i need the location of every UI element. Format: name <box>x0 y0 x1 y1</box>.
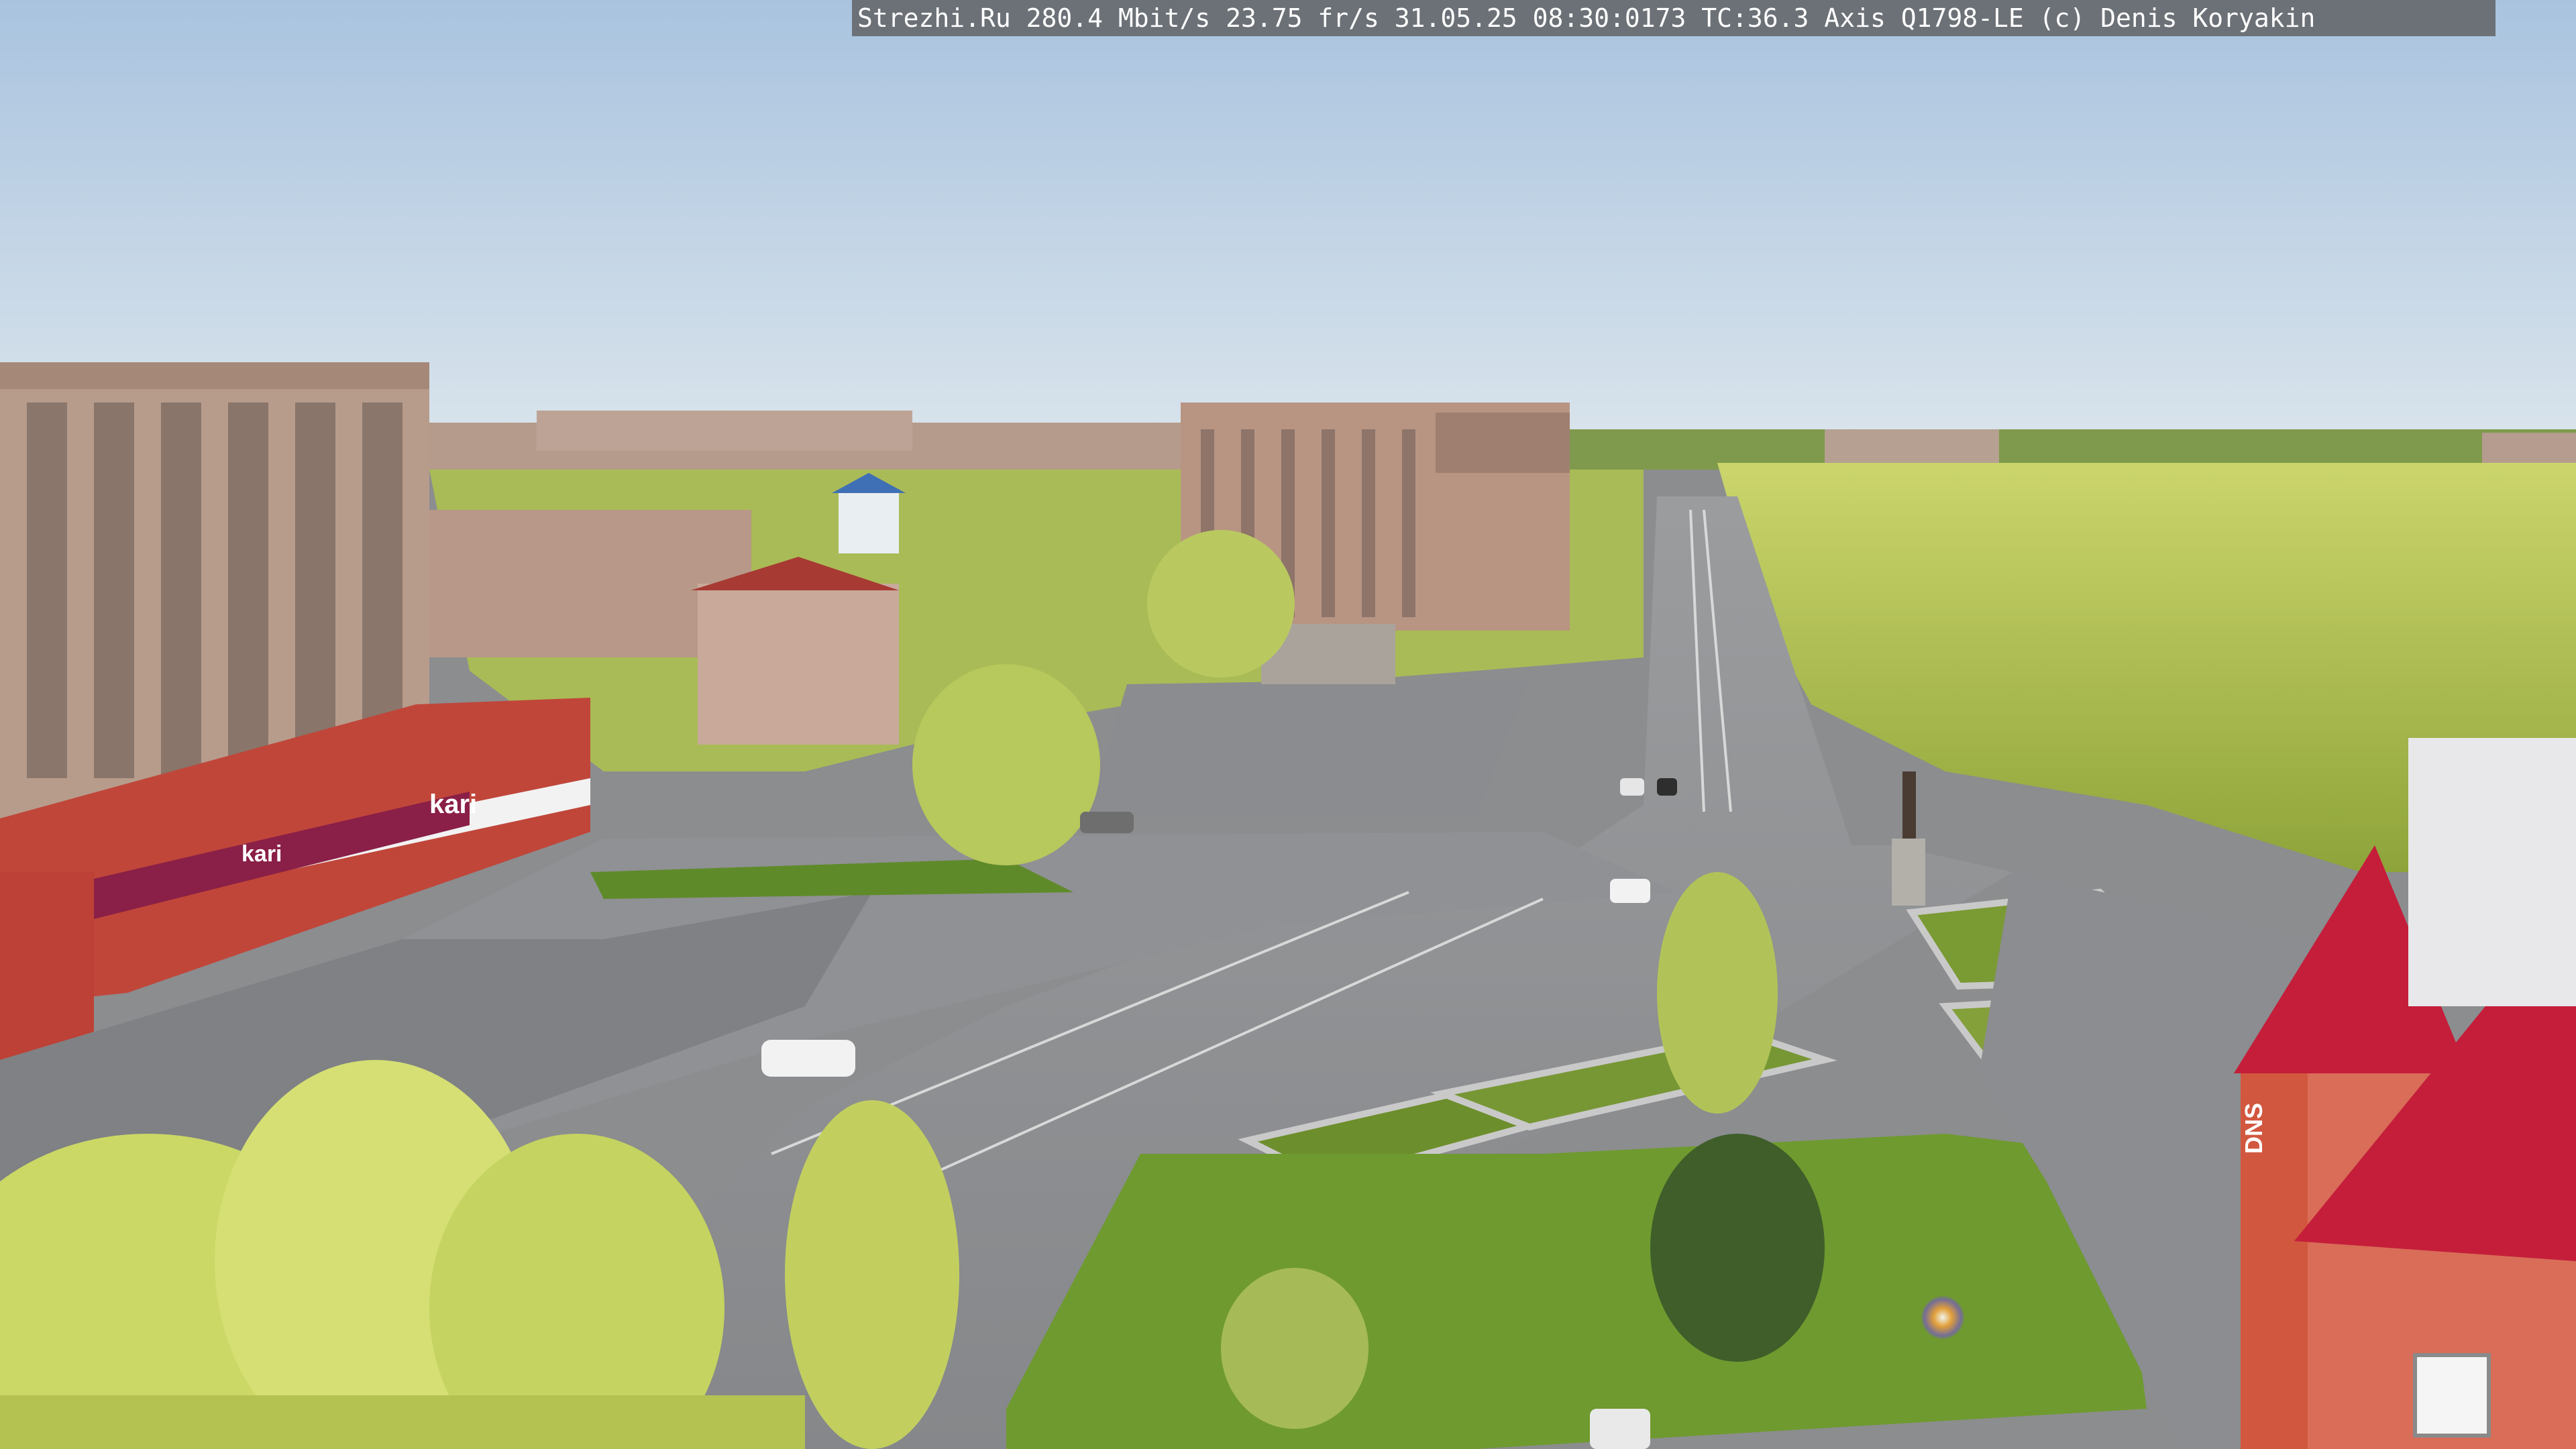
camera-info-overlay: Strezhi.Ru 280.4 Mbit/s 23.75 fr/s 31.05… <box>852 0 2496 36</box>
parking-plaza <box>1087 678 1529 818</box>
lens-flare <box>1921 1296 1964 1339</box>
kari-store-sign-small: kari <box>241 841 282 867</box>
kari-store-sign: kari <box>429 790 477 819</box>
foreground-lawn <box>1006 1134 2147 1449</box>
webcam-scene: kari kari DNS <box>0 0 2576 1449</box>
dns-store-sign: DNS <box>2240 1103 2267 1154</box>
